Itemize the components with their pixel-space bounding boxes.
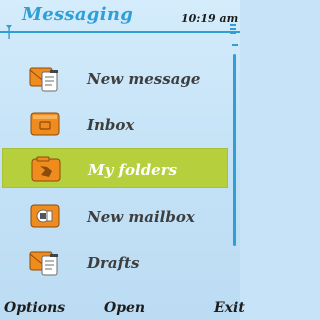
softkey-bar: Options Open Exit [0, 296, 245, 320]
title-divider [0, 31, 240, 33]
menu-item-label: Inbox [87, 116, 135, 134]
scrollbar[interactable] [232, 44, 238, 292]
menu-item-new-mailbox[interactable]: New mailbox [2, 196, 228, 236]
menu-item-label: New message [87, 70, 201, 88]
inbox-icon [28, 108, 62, 140]
menu-item-label: My folders [88, 161, 178, 179]
title-bar: Messaging 10:19 am [0, 0, 240, 40]
menu-item-new-message[interactable]: New message [2, 58, 228, 98]
menu-item-my-folders[interactable]: My folders [2, 148, 228, 188]
screen: Messaging 10:19 am New message Inbox My … [0, 0, 245, 320]
menu-item-label: Drafts [87, 254, 140, 272]
scrollbar-cap [232, 44, 238, 46]
open-softkey[interactable]: Open [104, 300, 145, 316]
menu-item-label: New mailbox [87, 208, 195, 226]
mailbox-icon [28, 200, 62, 232]
app-title: Messaging [22, 4, 134, 25]
menu-item-drafts[interactable]: Drafts [2, 242, 228, 282]
folders-icon [29, 153, 63, 185]
battery-icon [230, 24, 236, 36]
menu-item-inbox[interactable]: Inbox [2, 104, 228, 144]
scrollbar-thumb[interactable] [233, 54, 236, 246]
exit-softkey[interactable]: Exit [214, 300, 245, 316]
options-softkey[interactable]: Options [4, 300, 65, 316]
new-message-icon [28, 62, 62, 94]
signal-icon [5, 24, 13, 40]
drafts-icon [28, 246, 62, 278]
